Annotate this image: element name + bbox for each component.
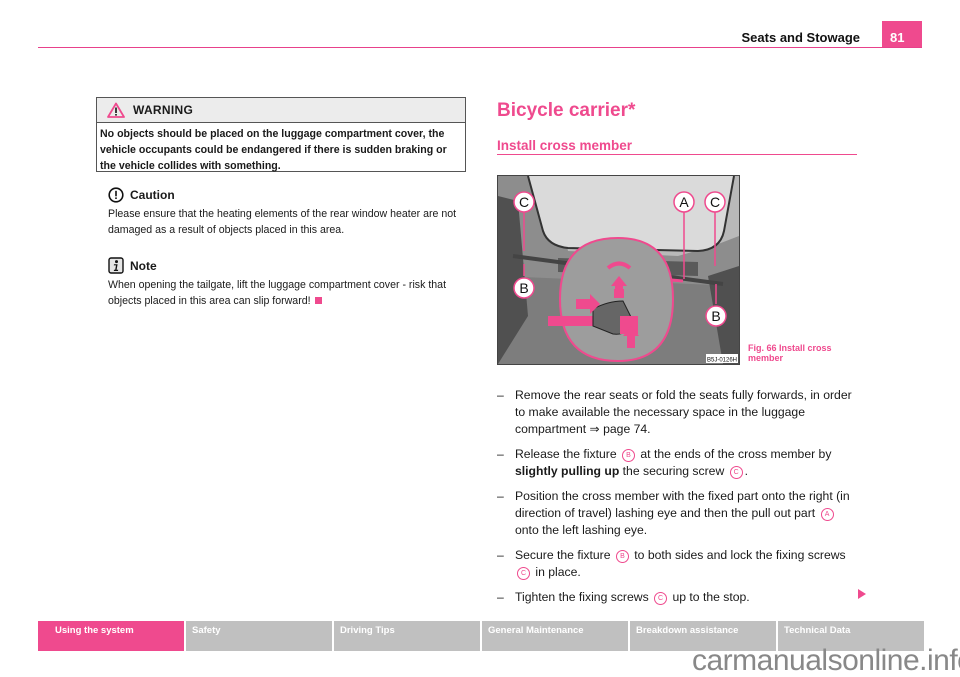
emphasis-text: slightly pulling up — [515, 464, 620, 478]
svg-text:B: B — [711, 308, 720, 324]
step-item: – Tighten the fixing screws C up to the … — [497, 589, 862, 606]
step-text: Remove the rear seats or fold the seats … — [515, 388, 852, 436]
warning-header: WARNING — [97, 98, 465, 123]
section-title: Bicycle carrier* — [497, 100, 636, 121]
step-text: Position the cross member with the fixed… — [515, 489, 850, 537]
step-item: – Position the cross member with the fix… — [497, 488, 862, 539]
step-dash: – — [497, 447, 504, 461]
step-text: Tighten the fixing screws C up to the st… — [515, 590, 750, 605]
subsection-divider — [497, 154, 857, 155]
header-divider — [38, 47, 922, 48]
cross-reference-arrow: ⇒ — [589, 422, 600, 436]
warning-triangle-icon — [107, 102, 125, 118]
label-a-badge: A — [820, 508, 834, 521]
figure-label-c-left: C — [513, 191, 535, 213]
warning-text: No objects should be placed on the lugga… — [100, 128, 447, 172]
caution-exclamation-icon — [108, 187, 124, 203]
svg-text:A: A — [679, 194, 689, 210]
caution-title: Caution — [130, 188, 175, 202]
step-item: – Remove the rear seats or fold the seat… — [497, 387, 862, 438]
caution-text: Please ensure that the heating elements … — [108, 208, 457, 236]
info-note-icon — [108, 257, 124, 274]
label-c-badge: C — [729, 466, 743, 479]
step-dash: – — [497, 388, 504, 402]
caution-block: Caution Please ensure that the heating e… — [108, 187, 468, 238]
svg-text:C: C — [710, 194, 720, 210]
step-item: – Release the fixture B at the ends of t… — [497, 446, 862, 480]
page-reference-link[interactable]: page 74. — [600, 422, 650, 436]
page-number: 81 — [882, 21, 922, 48]
step-text: Release the fixture B at the ends of the… — [515, 447, 832, 479]
figure-label-b-left: B — [513, 277, 535, 299]
chapter-title: Seats and Stowage — [741, 30, 860, 45]
note-text-wrap: When opening the tailgate, lift the lugg… — [108, 277, 468, 309]
continue-next-page-icon[interactable] — [858, 589, 866, 599]
step-dash: – — [497, 489, 504, 503]
subsection-title: Install cross member — [497, 138, 633, 153]
end-of-section-marker — [314, 297, 322, 304]
svg-text:C: C — [519, 194, 529, 210]
label-b-badge: B — [622, 449, 636, 462]
step-item: – Secure the fixture B to both sides and… — [497, 547, 862, 581]
tab-using-the-system[interactable]: Using the system — [38, 621, 184, 651]
figure-caption: Fig. 66 Install cross member — [748, 343, 832, 363]
watermark: carmanualsonline.info — [692, 644, 960, 677]
tab-general-maintenance[interactable]: General Maintenance — [482, 621, 628, 651]
note-title: Note — [130, 259, 157, 273]
cross-member-illustration: C A C B B B5J-0126H — [498, 176, 739, 364]
step-text: Secure the fixture B to both sides and l… — [515, 548, 846, 580]
label-c-badge: C — [654, 592, 668, 605]
figure-label-b-right: B — [705, 305, 727, 327]
tab-driving-tips[interactable]: Driving Tips — [334, 621, 480, 651]
figure-illustration: C A C B B B5J-0126H — [497, 175, 740, 365]
figure-label-a: A — [673, 191, 695, 213]
warning-box: WARNING No objects should be placed on t… — [96, 97, 466, 172]
step-dash: – — [497, 548, 504, 562]
step-dash: – — [497, 590, 504, 604]
figure-code: B5J-0126H — [707, 358, 737, 364]
instruction-steps: – Remove the rear seats or fold the seat… — [497, 387, 862, 614]
tab-safety[interactable]: Safety — [186, 621, 332, 651]
note-text: When opening the tailgate, lift the lugg… — [108, 279, 447, 307]
label-c-badge: C — [517, 567, 530, 580]
warning-title: WARNING — [133, 103, 194, 117]
note-block: Note When opening the tailgate, lift the… — [108, 257, 468, 309]
label-b-badge: B — [615, 550, 629, 563]
figure-label-c-right: C — [704, 191, 726, 213]
svg-text:B: B — [519, 280, 528, 296]
